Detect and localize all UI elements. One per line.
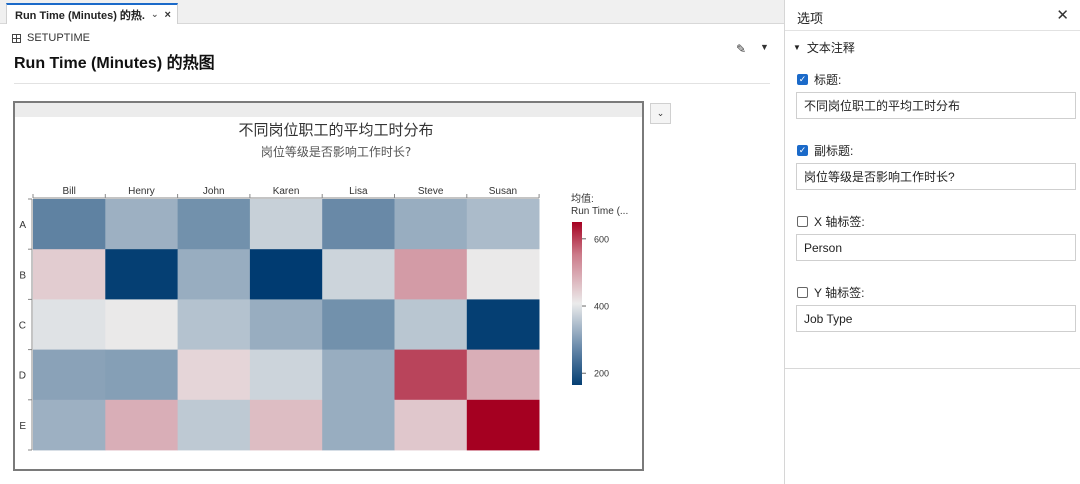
document-tab-bar: Run Time (Minutes) 的热... ⌄ × — [0, 0, 784, 24]
heatmap-cell — [177, 399, 251, 451]
title-option-label: 标题: — [814, 73, 842, 87]
x-tick-label: Steve — [418, 186, 444, 197]
heatmap-cell — [322, 399, 395, 451]
heatmap-cell — [322, 249, 395, 300]
heatmap-cell — [105, 399, 178, 451]
y-tick-label: B — [19, 270, 26, 281]
section-caret-down-icon: ▼ — [793, 43, 801, 52]
x-tick-label: Bill — [62, 186, 75, 197]
subtitle-option-row[interactable]: ✓ 副标题: — [797, 142, 853, 159]
breadcrumb-text: SETUPTIME — [27, 32, 90, 44]
heatmap-cell — [394, 299, 468, 350]
title-input[interactable]: 不同岗位职工的平均工时分布 — [796, 92, 1076, 119]
heatmap-cell — [177, 199, 251, 250]
heatmap-cell — [322, 299, 395, 350]
heatmap-cell — [394, 349, 468, 401]
panel-close-icon[interactable]: ✕ — [1056, 6, 1069, 24]
title-option-row[interactable]: ✓ 标题: — [797, 71, 841, 88]
document-tab-label: Run Time (Minutes) 的热... — [15, 9, 145, 22]
x-axis-label-option-label: X 轴标签: — [814, 215, 865, 229]
heatmap-cell — [177, 299, 251, 350]
heatmap-cell — [249, 399, 323, 451]
y-tick-label: A — [19, 220, 26, 231]
heatmap-cell — [105, 349, 178, 401]
legend-ticks: 200 400 600 — [582, 234, 609, 379]
heatmap-cell — [33, 349, 106, 401]
y-axis-label-input[interactable]: Job Type — [796, 305, 1076, 332]
y-tick-label: D — [19, 371, 26, 382]
x-axis-label-option-row[interactable]: X 轴标签: — [797, 213, 865, 230]
heatmap-cell — [249, 349, 323, 401]
x-axis: Bill Henry John Karen Lisa Steve Susan — [32, 186, 540, 199]
subtitle-checkbox[interactable]: ✓ — [797, 145, 808, 156]
x-tick-label: Lisa — [349, 186, 368, 197]
heatmap-cell — [177, 249, 251, 300]
more-options-dropdown-icon[interactable]: ▼ — [760, 42, 769, 52]
panel-divider — [785, 368, 1080, 369]
heatmap-cell — [249, 299, 323, 350]
page-title: Run Time (Minutes) 的热图 — [14, 55, 215, 72]
document-tab[interactable]: Run Time (Minutes) 的热... ⌄ × — [6, 3, 178, 24]
heatmap-cell — [249, 249, 323, 300]
heatmap-cell — [105, 199, 178, 250]
heatmap-cell — [466, 349, 540, 401]
tab-chevron-down-icon[interactable]: ⌄ — [151, 9, 159, 20]
heatmap-cell — [105, 249, 178, 300]
x-tick-label: John — [203, 186, 225, 197]
subtitle-input[interactable]: 岗位等级是否影响工作时长? — [796, 163, 1076, 190]
y-axis-label-option-row[interactable]: Y 轴标签: — [797, 284, 864, 301]
title-checkbox[interactable]: ✓ — [797, 74, 808, 85]
y-tick-label: C — [19, 321, 26, 332]
options-panel-title: 选项 — [797, 11, 824, 26]
heatmap-cell — [466, 199, 540, 250]
heatmap-cell — [33, 199, 106, 250]
subtitle-option-label: 副标题: — [814, 144, 854, 158]
options-panel: 选项 ✕ ▼ 文本注释 ✓ 标题: 不同岗位职工的平均工时分布 ✓ 副标题: 岗… — [784, 0, 1080, 484]
heatmap-cell — [33, 399, 106, 451]
options-panel-header: 选项 ✕ — [785, 0, 1080, 31]
x-axis-label-input[interactable]: Person — [796, 234, 1076, 261]
heatmap-cell — [322, 349, 395, 401]
chart-menu-dropdown-icon[interactable]: ⌄ — [650, 103, 671, 124]
table-grid-icon — [12, 33, 21, 43]
chart-title: 不同岗位职工的平均工时分布 — [238, 121, 433, 139]
x-tick-label: Karen — [273, 186, 300, 197]
legend-color-bar — [572, 222, 582, 385]
section-title: 文本注释 — [806, 41, 855, 55]
heatmap-cell — [249, 199, 323, 250]
text-annotation-section-toggle[interactable]: ▼ 文本注释 — [793, 39, 855, 56]
color-legend: 均值: Run Time (... 200 400 600 — [571, 192, 628, 385]
chart-subtitle: 岗位等级是否影响工作时长? — [261, 144, 411, 159]
heatmap-cell — [33, 249, 106, 300]
y-tick-label: E — [19, 421, 26, 432]
heatmap-cell — [105, 299, 178, 350]
legend-tick-label: 400 — [594, 302, 609, 312]
heatmap-cell — [394, 399, 468, 451]
heatmap-cell — [394, 199, 468, 250]
y-axis-label-option-label: Y 轴标签: — [814, 286, 865, 300]
legend-tick-label: 600 — [594, 234, 609, 244]
y-axis-label-checkbox[interactable] — [797, 287, 808, 298]
heatmap-cell — [394, 249, 468, 300]
heatmap-cell — [466, 299, 540, 350]
heatmap-cell — [466, 249, 540, 300]
breadcrumb: SETUPTIME — [12, 32, 90, 44]
x-tick-label: Henry — [128, 186, 155, 197]
legend-title-line2: Run Time (... — [571, 206, 628, 217]
legend-tick-label: 200 — [594, 369, 609, 379]
title-divider — [14, 83, 770, 84]
heatmap-cell — [177, 349, 251, 401]
heatmap-cell — [322, 199, 395, 250]
heatmap-cell — [466, 399, 540, 451]
heatmap-cell — [33, 299, 106, 350]
heatmap-chart: 不同岗位职工的平均工时分布 岗位等级是否影响工作时长? Bill Henry Joh… — [19, 121, 628, 451]
y-axis: A B C D E — [19, 198, 33, 451]
x-axis-label-checkbox[interactable] — [797, 216, 808, 227]
tab-close-icon[interactable]: × — [165, 9, 171, 21]
x-tick-label: Susan — [489, 186, 517, 197]
legend-title-line1: 均值: — [571, 192, 594, 205]
edit-pencil-icon[interactable]: ✎ — [736, 42, 746, 56]
heatmap-cells — [33, 199, 540, 451]
